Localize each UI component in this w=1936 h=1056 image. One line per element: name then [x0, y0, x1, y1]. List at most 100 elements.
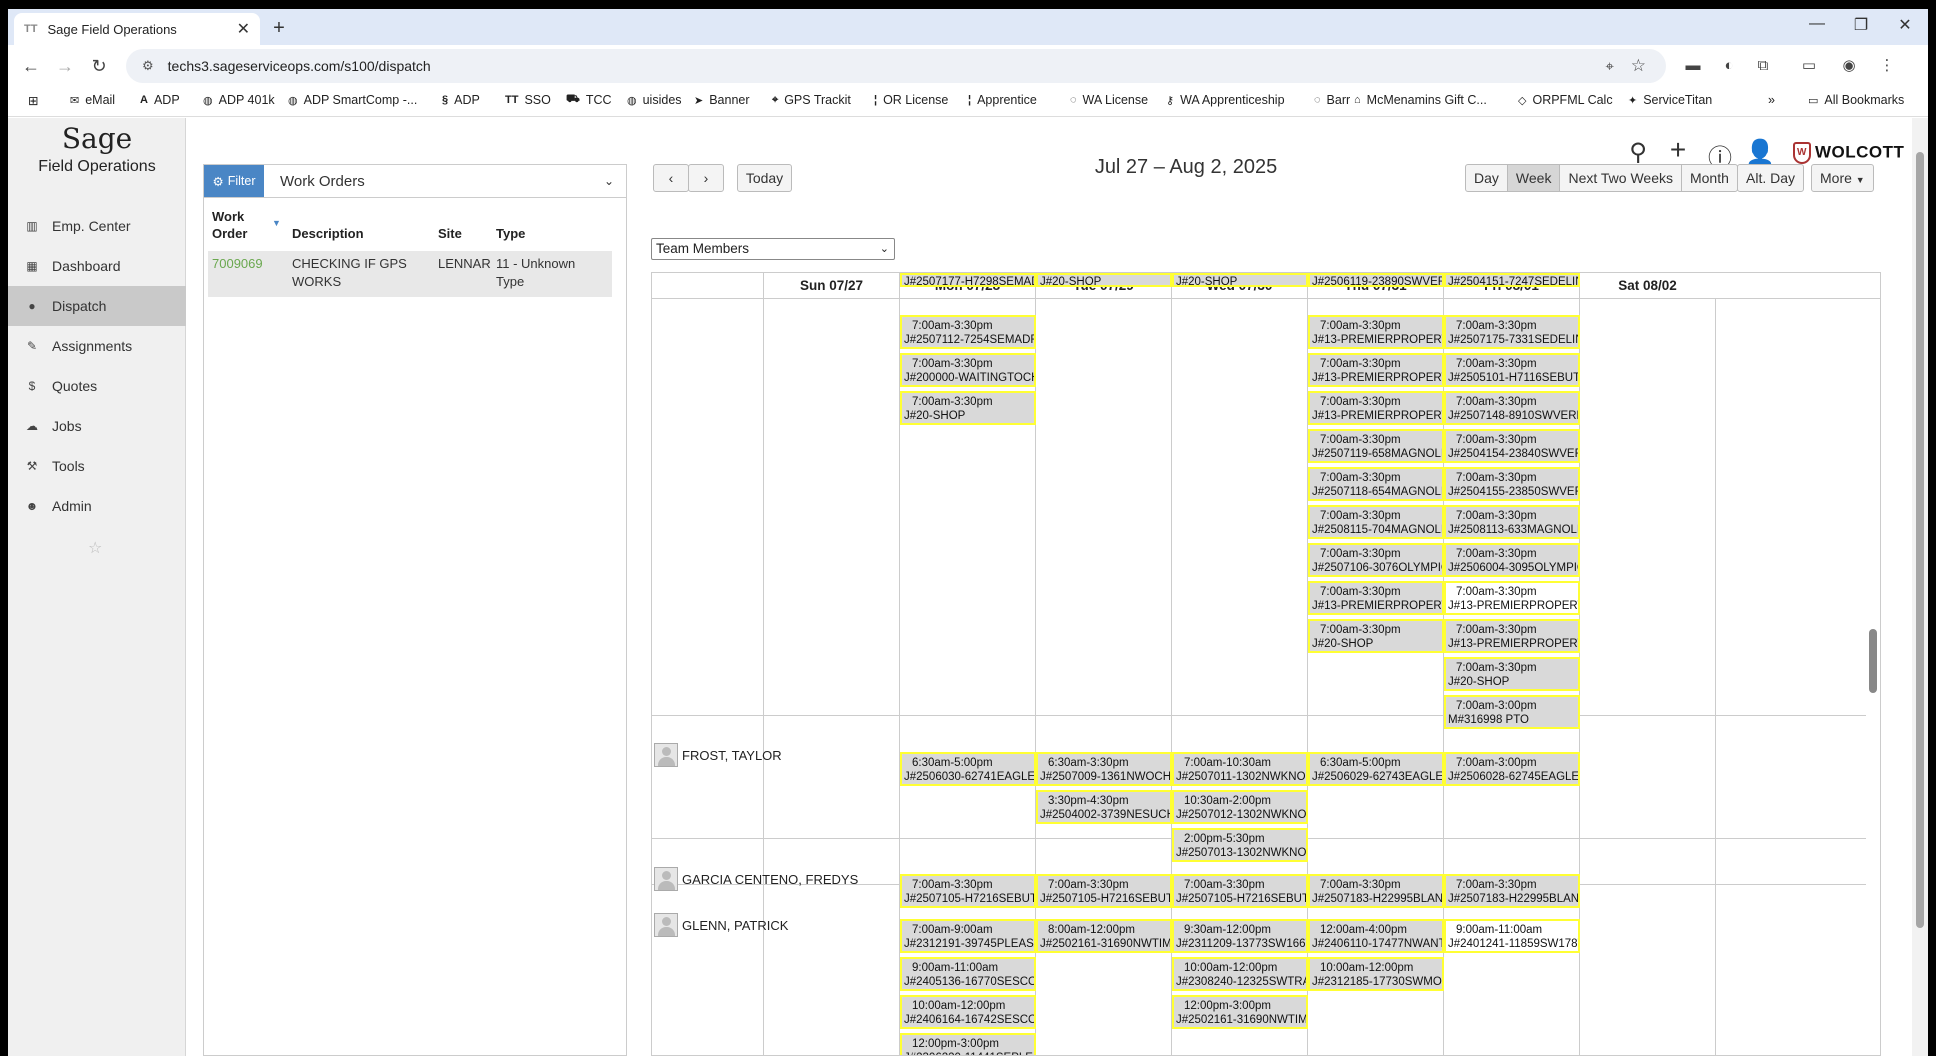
calendar-event[interactable]: 7:00am-3:30pm J#2507112-7254SEMADR: [900, 315, 1036, 349]
bookmark-item[interactable]: ◍ ADP 401k: [203, 93, 275, 107]
calendar-event[interactable]: 12:00pm-3:00pm J#2502161-31690NWTIMB: [1172, 995, 1308, 1030]
bookmark-item[interactable]: ➤ Banner: [694, 93, 750, 107]
filter-button[interactable]: ⚙ Filter: [204, 165, 264, 197]
col-header-description[interactable]: Description: [292, 225, 364, 242]
bookmark-item[interactable]: ◇ ORPFML Calc: [1518, 93, 1613, 107]
restore-button[interactable]: ❐: [1846, 15, 1876, 35]
calendar-event[interactable]: 9:00am-11:00am J#2405136-16770SESCOU: [900, 957, 1036, 992]
user-icon[interactable]: 👤: [1745, 138, 1775, 167]
calendar-event[interactable]: 7:00am-3:30pm J#2507119-658MAGNOLIA: [1308, 429, 1444, 463]
calendar-event[interactable]: 7:00am-3:30pm J#2504154-23840SWVERM: [1444, 429, 1580, 463]
bookmark-item[interactable]: A ADP: [140, 93, 180, 107]
calendar-event[interactable]: 7:00am-3:30pm J#2507106-3076OLYMPIC: [1308, 543, 1444, 577]
tab-search-icon[interactable]: ▭: [1800, 57, 1818, 75]
calendar-event[interactable]: 7:00am-3:30pm J#13-PREMIERPROPERTYS: [1444, 581, 1580, 615]
address-bar[interactable]: ⚙ techs3.sageserviceops.com/s100/dispatc…: [126, 49, 1666, 83]
extensions-puzzle-icon[interactable]: ⧉: [1754, 57, 1772, 75]
close-window-button[interactable]: ✕: [1890, 15, 1920, 35]
team-member-row-label[interactable]: FROST, TAYLOR: [654, 743, 782, 767]
calendar-event[interactable]: 6:30am-3:30pm J#2507009-1361NWOCHO: [1036, 752, 1172, 786]
add-icon[interactable]: +: [1663, 134, 1693, 166]
sidebar-item-emp-center[interactable]: ▥ Emp. Center: [8, 206, 186, 246]
bookmark-item[interactable]: ⌖ GPS Trackit: [772, 93, 851, 107]
calendar-event[interactable]: 6:30am-5:00pm J#2506030-62741EAGLER: [900, 752, 1036, 786]
calendar-event[interactable]: 7:00am-3:30pm J#13-PREMIERPROPERTYS: [1308, 315, 1444, 349]
bookmark-item[interactable]: ◌ Barr: [1314, 93, 1350, 107]
bookmark-item[interactable]: ¦ Apprentice: [968, 93, 1037, 107]
back-icon[interactable]: ←: [20, 55, 42, 77]
work-order-link[interactable]: 7009069: [212, 255, 263, 273]
forward-icon[interactable]: →: [54, 55, 76, 77]
bookmarks-overflow-icon[interactable]: »: [1768, 93, 1775, 107]
bookmark-item[interactable]: § ADP: [442, 93, 480, 107]
bookmark-item[interactable]: ⛟ TCC: [566, 93, 612, 107]
calendar-event[interactable]: 7:00am-3:30pm J#2507105-H7216SEBUTT: [1172, 873, 1308, 908]
chevron-down-icon[interactable]: ⌄: [604, 165, 626, 197]
scroll-thumb[interactable]: [1916, 152, 1924, 928]
scroll-thumb[interactable]: [1869, 629, 1877, 693]
calendar-event[interactable]: 7:00am-10:30am J#2507011-1302NWKNOB: [1172, 752, 1308, 786]
calendar-event[interactable]: 2:00pm-5:30pm J#2507013-1302NWKNOB: [1172, 828, 1308, 862]
sidebar-item-tools[interactable]: ⚒ Tools: [8, 446, 186, 486]
bookmark-item[interactable]: ⚷ WA Apprenticeship: [1166, 93, 1285, 107]
calendar-event[interactable]: J#20-SHOP: [1172, 273, 1308, 287]
calendar-event[interactable]: 6:30am-5:00pm J#2506029-62743EAGLER: [1308, 752, 1444, 786]
calendar-event[interactable]: 7:00am-3:30pm J#2507118-654MAGNOLIA: [1308, 467, 1444, 501]
sidebar-item-assignments[interactable]: ✎ Assignments: [8, 326, 186, 366]
prev-week-button[interactable]: ‹: [653, 164, 689, 192]
apps-grid-icon[interactable]: ⊞: [28, 93, 38, 108]
all-bookmarks-folder[interactable]: ▭ All Bookmarks: [1808, 93, 1904, 107]
sidebar-item-dashboard[interactable]: ▦ Dashboard: [8, 246, 186, 286]
extension-icon[interactable]: ◐: [1720, 57, 1738, 75]
bookmark-item[interactable]: ◍ ADP SmartComp -...: [288, 93, 417, 107]
calendar-event[interactable]: 12:00am-4:00pm J#2406110-17477NWANT: [1308, 919, 1444, 954]
site-info-icon[interactable]: ⚙: [142, 58, 154, 74]
calendar-event[interactable]: 7:00am-3:30pm J#2507148-8910SWVERM: [1444, 391, 1580, 425]
col-header-work-order[interactable]: Work Order: [212, 208, 247, 242]
profile-icon[interactable]: ◉: [1840, 57, 1858, 75]
search-icon[interactable]: ⚲: [1623, 138, 1653, 167]
calendar-event[interactable]: 10:00am-12:00pm J#2406164-16742SESCOU: [900, 995, 1036, 1030]
calendar-event[interactable]: 7:00am-3:30pm J#13-PREMIERPROPERTYS: [1308, 581, 1444, 615]
new-tab-button[interactable]: +: [266, 15, 292, 41]
calendar-event[interactable]: 12:00pm-3:00pmJ#2306220-11441SEPLEAS: [900, 1033, 1036, 1055]
bookmark-item[interactable]: ¦ OR License: [874, 93, 948, 107]
close-tab-icon[interactable]: ✕: [237, 19, 250, 39]
calendar-event[interactable]: 7:00am-3:30pm J#13-PREMIERPROPERTYS: [1444, 619, 1580, 653]
next-week-button[interactable]: ›: [688, 164, 724, 192]
calendar-event[interactable]: 7:00am-3:30pm J#2508115-704MAGNOLIA: [1308, 505, 1444, 539]
bookmark-item[interactable]: TT SSO: [505, 93, 551, 107]
bookmark-item[interactable]: ✦ ServiceTitan: [1628, 93, 1712, 107]
sage-logo[interactable]: Sage: [8, 122, 186, 155]
extension-icon[interactable]: ▬: [1684, 57, 1702, 75]
calendar-event[interactable]: 7:00am-3:30pm J#20-SHOP: [900, 391, 1036, 425]
calendar-event[interactable]: 7:00am-3:30pm J#20-SHOP: [1444, 657, 1580, 691]
calendar-event[interactable]: J#2504151-7247SEDELINE: [1444, 273, 1580, 287]
view-day-button[interactable]: Day: [1466, 165, 1508, 191]
calendar-event[interactable]: 10:30am-2:00pm J#2507012-1302NWKNOB: [1172, 790, 1308, 824]
day-header[interactable]: Sat 08/02: [1579, 273, 1715, 299]
sidebar-item-admin[interactable]: ☻ Admin: [8, 486, 186, 526]
bookmark-item[interactable]: ◍ uisides: [627, 93, 682, 107]
calendar-event[interactable]: 9:00am-11:00am J#2401241-11859SW178T: [1444, 919, 1580, 954]
sidebar-item-quotes[interactable]: $ Quotes: [8, 366, 186, 406]
sort-desc-icon[interactable]: ▼: [272, 218, 281, 228]
sidebar-item-jobs[interactable]: ☁ Jobs: [8, 406, 186, 446]
favorite-star-icon[interactable]: ☆: [88, 538, 102, 558]
calendar-event[interactable]: 7:00am-3:30pm J#2504155-23850SWVERM: [1444, 467, 1580, 501]
alt-day-button[interactable]: Alt. Day: [1738, 165, 1803, 191]
team-member-row-label[interactable]: GLENN, PATRICK: [654, 913, 788, 937]
calendar-event[interactable]: 7:00am-3:30pm J#2506004-3095OLYMPIC: [1444, 543, 1580, 577]
col-header-site[interactable]: Site: [438, 225, 462, 242]
calendar-event[interactable]: 7:00am-3:30pm J#2507175-7331SEDELINE: [1444, 315, 1580, 349]
today-button[interactable]: Today: [737, 164, 792, 192]
calendar-event[interactable]: 7:00am-3:30pm J#200000-WAITINGTOCHA: [900, 353, 1036, 387]
calendar-event[interactable]: 7:00am-3:30pm J#2505101-H7116SEBUTT: [1444, 353, 1580, 387]
calendar-event[interactable]: 7:00am-3:30pm J#2507183-H22995BLAND: [1308, 873, 1444, 908]
calendar-event[interactable]: 3:30pm-4:30pm J#2504002-3739NESUCHY: [1036, 790, 1172, 824]
calendar-event[interactable]: J#2507177-H7298SEMAD: [900, 273, 1036, 287]
calendar-event[interactable]: J#20-SHOP: [1036, 273, 1172, 287]
calendar-event[interactable]: 10:00am-12:00pm J#2308240-12325SWTRAS: [1172, 957, 1308, 992]
table-row[interactable]: 7009069 CHECKING IF GPS WORKS LENNAR 11 …: [208, 251, 612, 297]
calendar-event[interactable]: 7:00am-3:30pm J#13-PREMIERPROPERTYS: [1308, 391, 1444, 425]
